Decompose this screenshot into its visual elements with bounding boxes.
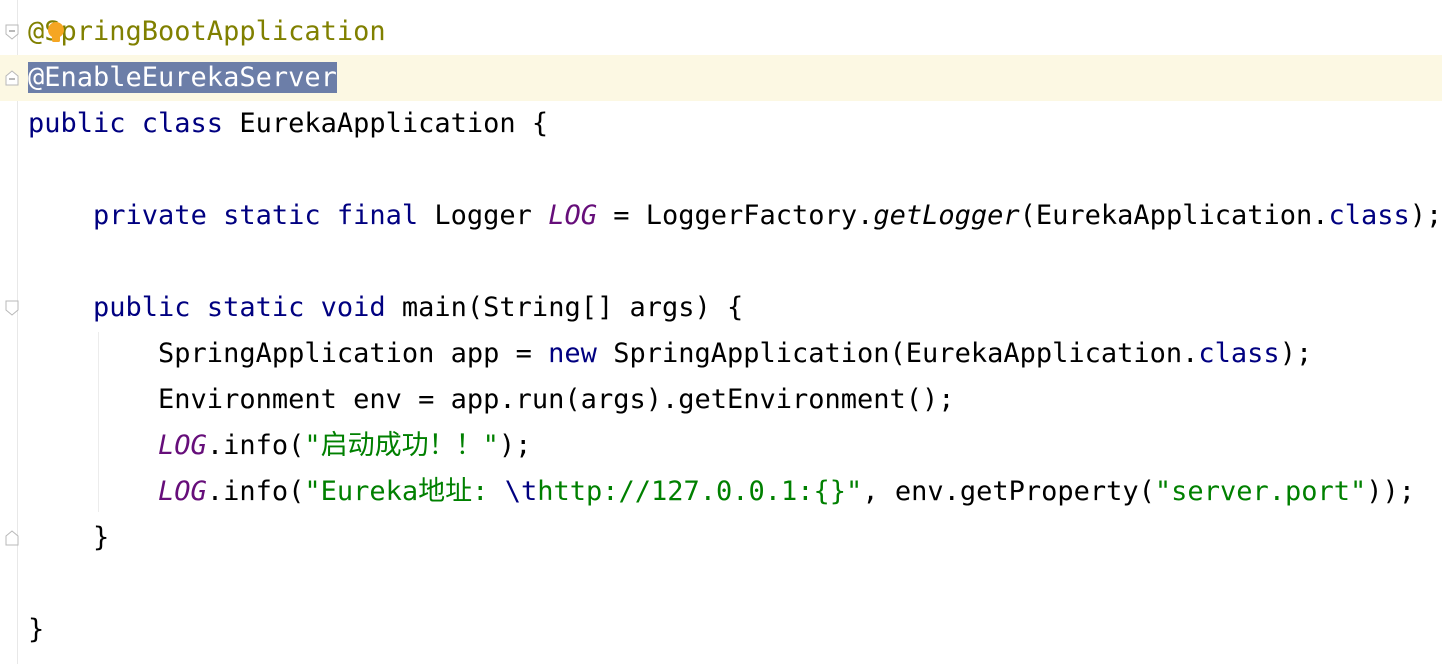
code-line[interactable]: } xyxy=(0,607,1442,653)
code-token: } xyxy=(28,522,110,553)
code-token: SpringApplication app = xyxy=(28,338,549,369)
code-line[interactable]: public class EurekaApplication { xyxy=(0,101,1442,147)
code-line[interactable]: LOG.info("Eureka地址: \thttp://127.0.0.1:{… xyxy=(0,469,1442,515)
code-line[interactable] xyxy=(0,239,1442,285)
code-token: ); xyxy=(498,430,532,461)
code-token: class xyxy=(1328,200,1410,231)
code-token: EurekaApplication { xyxy=(239,108,549,139)
code-token: ); xyxy=(1279,338,1313,369)
code-token: public class xyxy=(28,108,240,139)
code-line[interactable]: Environment env = app.run(args).getEnvir… xyxy=(0,377,1442,423)
code-token: Environment env = app.run(args).getEnvir… xyxy=(28,384,955,415)
lightbulb-icon[interactable] xyxy=(47,22,65,44)
code-token: = LoggerFactory. xyxy=(596,200,874,231)
code-line[interactable]: @SpringBootApplication xyxy=(0,9,1442,55)
code-token: private static final xyxy=(93,200,435,231)
code-token: ); xyxy=(1409,200,1442,231)
code-token: , env.getProperty( xyxy=(862,476,1155,507)
code-token: .info( xyxy=(206,476,305,507)
code-token: http://127.0.0.1:{}" xyxy=(537,476,863,507)
code-line[interactable]: } xyxy=(0,515,1442,561)
code-token: } xyxy=(28,614,45,645)
code-text[interactable]: LOG.info("Eureka地址: \thttp://127.0.0.1:{… xyxy=(28,469,1415,515)
code-line[interactable]: public static void main(String[] args) { xyxy=(0,285,1442,331)
code-text[interactable]: private static final Logger LOG = Logger… xyxy=(28,193,1442,239)
code-text[interactable]: LOG.info("启动成功！！"); xyxy=(28,423,531,469)
code-token: new xyxy=(548,338,614,369)
code-token: "server.port" xyxy=(1154,476,1367,507)
code-token: main(String[] args) { xyxy=(401,292,744,323)
code-token: LOG xyxy=(158,430,207,461)
selected-text: @EnableEurekaServer xyxy=(28,62,337,93)
code-token: getLogger xyxy=(873,200,1020,231)
code-token: \t xyxy=(504,476,538,507)
code-text[interactable]: } xyxy=(28,607,44,653)
code-text[interactable]: SpringApplication app = new SpringApplic… xyxy=(28,331,1312,377)
fold-marker-icon[interactable] xyxy=(5,530,19,546)
code-line[interactable]: @EnableEurekaServer xyxy=(0,55,1442,101)
code-editor[interactable]: @SpringBootApplication @EnableEurekaServe… xyxy=(0,0,1442,664)
code-token: Logger xyxy=(434,200,549,231)
indent-guide xyxy=(98,332,99,512)
code-token: SpringApplication(EurekaApplication. xyxy=(613,338,1199,369)
code-line[interactable] xyxy=(0,147,1442,193)
code-token: public static void xyxy=(93,292,402,323)
code-token: "启动成功！！" xyxy=(304,430,499,461)
fold-marker-icon[interactable] xyxy=(5,24,19,40)
code-line[interactable]: SpringApplication app = new SpringApplic… xyxy=(0,331,1442,377)
code-text[interactable]: @SpringBootApplication xyxy=(28,9,386,55)
fold-marker-icon[interactable] xyxy=(5,300,19,316)
code-token: (EurekaApplication. xyxy=(1019,200,1329,231)
code-line[interactable]: private static final Logger LOG = Logger… xyxy=(0,193,1442,239)
code-text[interactable]: @EnableEurekaServer xyxy=(28,55,337,101)
code-token: "Eureka地址: xyxy=(304,476,505,507)
code-text[interactable]: public static void main(String[] args) { xyxy=(28,285,743,331)
code-token: LOG xyxy=(548,200,597,231)
code-token: class xyxy=(1198,338,1280,369)
code-token: @SpringBootApplication xyxy=(28,16,386,47)
code-token: .info( xyxy=(206,430,305,461)
code-text[interactable]: } xyxy=(28,515,109,561)
code-token: )); xyxy=(1366,476,1416,507)
code-line[interactable]: LOG.info("启动成功！！"); xyxy=(0,423,1442,469)
code-text[interactable]: public class EurekaApplication { xyxy=(28,101,548,147)
code-token: LOG xyxy=(158,476,207,507)
code-text[interactable]: Environment env = app.run(args).getEnvir… xyxy=(28,377,955,423)
code-line[interactable] xyxy=(0,561,1442,607)
fold-marker-icon[interactable] xyxy=(5,70,19,86)
